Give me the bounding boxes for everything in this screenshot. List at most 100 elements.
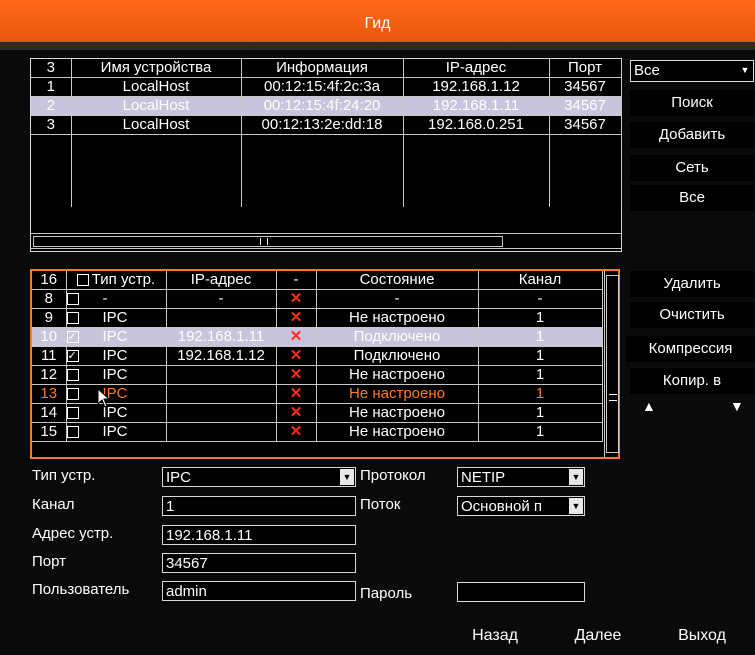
empty-cell (241, 171, 404, 189)
cell-ip (166, 308, 277, 328)
table-row[interactable]: 9 IPC ✕ Не настроено 1 (32, 308, 603, 328)
chevron-down-icon[interactable]: ▼ (738, 62, 752, 78)
row-checkbox[interactable] (66, 312, 79, 325)
device-type-select[interactable]: IPC ▼ (162, 467, 356, 487)
cell-status-icon: ✕ (276, 327, 317, 347)
network-button[interactable]: Сеть (630, 155, 754, 181)
chevron-down-icon[interactable]: ▼ (569, 498, 583, 514)
cell-num: 11 (32, 346, 67, 366)
cell-channel: 1 (478, 327, 603, 347)
scrollbar-thumb[interactable] (33, 236, 503, 247)
column-header[interactable]: Имя устройства (71, 59, 242, 78)
search-button[interactable]: Поиск (630, 90, 754, 116)
row-checkbox[interactable] (66, 407, 79, 420)
user-input[interactable]: admin (162, 581, 356, 601)
cell-num: 15 (32, 422, 67, 442)
password-label: Пароль (360, 585, 413, 602)
column-header[interactable]: - (276, 271, 317, 290)
select-all-checkbox[interactable] (76, 274, 89, 287)
cell-num: 14 (32, 403, 67, 423)
cell-status-icon: ✕ (276, 422, 317, 442)
header-label: Тип устр. (91, 271, 156, 288)
cell-type: IPC (66, 327, 167, 347)
cell-status: Не настроено (316, 308, 479, 328)
filter-select[interactable]: Все ▼ (630, 60, 754, 82)
stream-label: Поток (360, 496, 401, 513)
table-row[interactable]: 15 IPC ✕ Не настроено 1 (32, 422, 603, 442)
table-row[interactable]: 2 LocalHost 00:12:15:4f:24:20 192.168.1.11 3… (31, 96, 622, 116)
table-row[interactable]: 12 IPC ✕ Не настроено 1 (32, 365, 603, 385)
cell-ip (166, 422, 277, 442)
scrollbar-thumb[interactable] (606, 275, 619, 453)
cell-channel: 1 (478, 308, 603, 328)
chevron-down-icon[interactable]: ▼ (569, 469, 583, 485)
channel-input[interactable]: 1 (162, 496, 356, 516)
cell-channel: - (478, 289, 603, 309)
row-checkbox[interactable] (66, 347, 79, 365)
cell-info: 00:12:15:4f:2c:3a (241, 77, 404, 97)
table-row[interactable]: 14 IPC ✕ Не настроено 1 (32, 403, 603, 423)
arrow-down-icon[interactable]: ▼ (730, 398, 744, 414)
port-input[interactable]: 34567 (162, 553, 356, 573)
next-button[interactable]: Далее (552, 622, 644, 650)
device-type-label: Тип устр. (32, 467, 96, 484)
back-button[interactable]: Назад (449, 622, 541, 650)
column-header[interactable]: Канал (478, 271, 603, 290)
address-input[interactable]: 192.168.1.11 (162, 525, 356, 545)
column-header[interactable]: Информация (241, 59, 404, 78)
column-header[interactable]: Тип устр. (66, 271, 167, 290)
column-header[interactable]: Состояние (316, 271, 479, 290)
cell-ip: 192.168.0.251 (403, 115, 550, 135)
column-header[interactable]: 16 (32, 271, 67, 290)
arrow-up-icon[interactable]: ▲ (642, 398, 656, 414)
horizontal-scrollbar[interactable] (31, 233, 621, 249)
protocol-select[interactable]: NETIP ▼ (457, 467, 585, 487)
title-bar: Гид (0, 0, 755, 42)
add-button[interactable]: Добавить (630, 122, 754, 148)
vertical-scrollbar[interactable] (604, 271, 619, 457)
column-header[interactable]: Порт (549, 59, 622, 78)
cell-channel: 1 (478, 365, 603, 385)
cell-info: 00:12:13:2e:dd:18 (241, 115, 404, 135)
stream-value: Основной п (461, 498, 543, 515)
empty-cell (71, 153, 242, 171)
row-checkbox[interactable] (66, 328, 79, 346)
table-row[interactable]: 13 IPC ✕ Не настроено 1 (32, 384, 603, 404)
disconnected-x-icon: ✕ (289, 423, 303, 440)
cell-channel: 1 (478, 384, 603, 404)
column-header[interactable]: IP-адрес (166, 271, 277, 290)
device-type-text: IPC (102, 366, 128, 383)
column-header[interactable]: 3 (31, 59, 72, 78)
cell-ip (166, 365, 277, 385)
table-row[interactable]: 3 LocalHost 00:12:13:2e:dd:18 192.168.0.251… (31, 115, 622, 135)
column-header[interactable]: IP-адрес (403, 59, 550, 78)
cell-num: 8 (32, 289, 67, 309)
all-button[interactable]: Все (630, 185, 754, 211)
chevron-down-icon[interactable]: ▼ (340, 469, 354, 485)
copy-to-button[interactable]: Копир. в (630, 368, 754, 394)
table-row[interactable]: 1 LocalHost 00:12:15:4f:2c:3a 192.168.1.12 3… (31, 77, 622, 97)
table-row[interactable]: 8- - ✕ - - (32, 289, 603, 309)
delete-button[interactable]: Удалить (630, 271, 754, 297)
empty-cell (549, 153, 622, 171)
row-checkbox[interactable] (66, 293, 79, 306)
exit-button[interactable]: Выход (652, 622, 752, 650)
empty-cell (403, 153, 550, 171)
cell-ip: 192.168.1.11 (166, 327, 277, 347)
row-checkbox[interactable] (66, 369, 79, 382)
clear-button[interactable]: Очистить (630, 302, 754, 328)
stream-select[interactable]: Основной п ▼ (457, 496, 585, 516)
table-row[interactable]: 11 IPC 192.168.1.12 ✕ Подключено1 (32, 346, 603, 366)
empty-cell (549, 171, 622, 189)
compression-button[interactable]: Компрессия (626, 336, 755, 362)
disconnected-x-icon: ✕ (289, 366, 303, 383)
cell-name: LocalHost (71, 96, 242, 116)
row-checkbox[interactable] (66, 426, 79, 439)
row-checkbox[interactable] (66, 388, 79, 401)
table-row[interactable]: 10 IPC 192.168.1.11 ✕ Подключено1 (32, 327, 603, 347)
cell-channel: 1 (478, 346, 603, 366)
empty-cell (31, 134, 72, 153)
password-input[interactable] (457, 582, 585, 602)
cell-ip (166, 384, 277, 404)
port-label: Порт (32, 553, 67, 570)
